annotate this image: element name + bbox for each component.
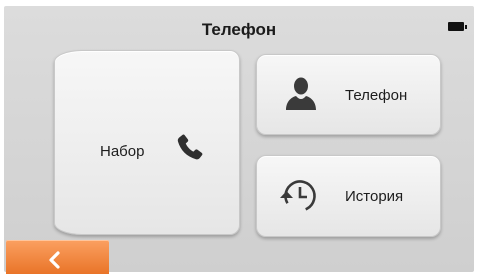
- chevron-left-icon: [49, 251, 60, 269]
- history-tile[interactable]: История: [256, 155, 441, 237]
- phone-contacts-label: Телефон: [345, 87, 408, 104]
- main-panel: Телефон Набор Телефон История: [4, 6, 474, 272]
- back-button[interactable]: [6, 240, 109, 274]
- phone-contacts-tile[interactable]: Телефон: [256, 54, 441, 135]
- person-icon: [286, 77, 316, 110]
- dial-tile[interactable]: Набор: [54, 50, 240, 235]
- phone-menu-screen: Телефон Набор Телефон История: [0, 0, 482, 274]
- dial-label: Набор: [100, 143, 145, 160]
- page-title: Телефон: [201, 20, 277, 39]
- history-clock-icon: [280, 180, 316, 212]
- history-label: История: [345, 188, 404, 205]
- phone-handset-icon: [177, 134, 203, 160]
- battery-full-icon: [448, 22, 467, 31]
